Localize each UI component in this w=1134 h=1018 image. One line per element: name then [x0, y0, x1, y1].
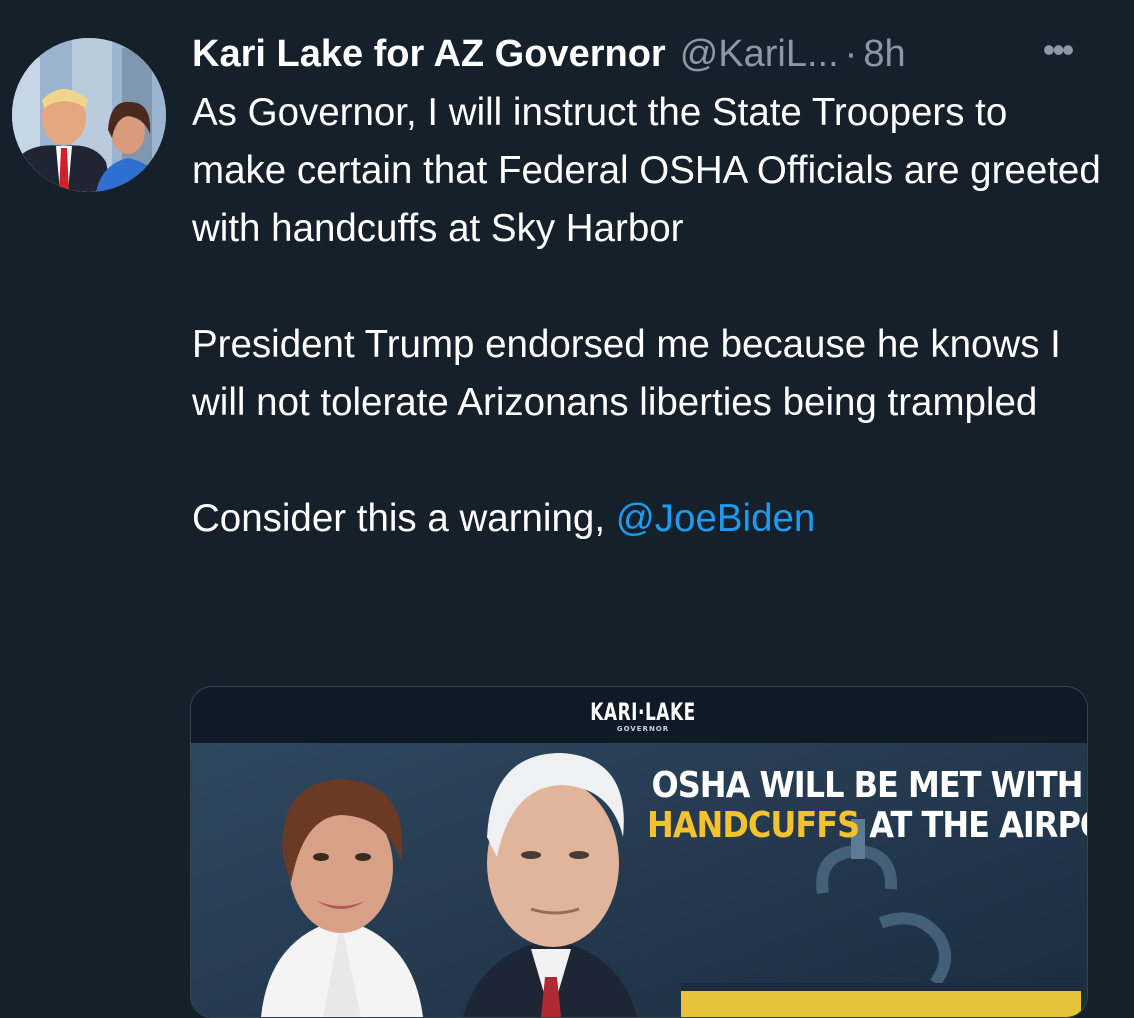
- author-name[interactable]: Kari Lake for AZ Governor: [192, 28, 666, 80]
- tweet-paragraph-2: President Trump endorsed me because he k…: [192, 323, 1061, 424]
- more-options-icon[interactable]: •••: [1032, 30, 1082, 74]
- avatar-photo: [12, 38, 166, 192]
- headline-line-2-rest: AT THE AIRPORT: [869, 804, 1087, 846]
- author-avatar[interactable]: [12, 38, 166, 192]
- author-handle[interactable]: @KariL...: [680, 28, 839, 80]
- tweet-text: As Governor, I will instruct the State T…: [192, 84, 1112, 548]
- tweet-paragraph-3-text: Consider this a warning,: [192, 497, 616, 540]
- tweet-timestamp[interactable]: 8h: [863, 28, 905, 80]
- tweet-paragraph-1: As Governor, I will instruct the State T…: [192, 91, 1101, 250]
- logo-main-text: KARI·LAKE: [590, 699, 696, 727]
- headline-line-2: HANDCUFFS AT THE AIRPORT: [647, 803, 1087, 847]
- campaign-logo: KARI·LAKE GOVERNOR: [573, 699, 713, 733]
- media-headline: OSHA WILL BE MET WITH HANDCUFFS AT THE A…: [647, 764, 1087, 847]
- separator-dot: ·: [844, 33, 858, 75]
- tweet-header: Kari Lake for AZ Governor @KariL... · 8h: [192, 28, 906, 80]
- media-artwork: [191, 687, 1087, 1017]
- mention-link[interactable]: @JoeBiden: [616, 497, 816, 540]
- headline-highlight: HANDCUFFS: [647, 804, 860, 846]
- headline-line-1: OSHA WILL BE MET WITH: [651, 764, 1084, 806]
- tweet-paragraph-3: Consider this a warning, @JoeBiden: [192, 490, 1112, 548]
- tweet-media-image[interactable]: KARI·LAKE GOVERNOR OSHA WILL BE MET WITH…: [190, 686, 1088, 1018]
